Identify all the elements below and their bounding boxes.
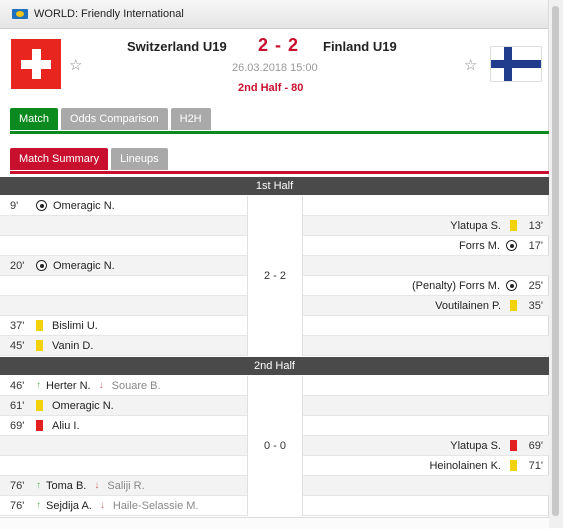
footer-edge — [0, 517, 549, 529]
yellow-card-icon — [510, 220, 517, 231]
player-name[interactable]: Ylatupa S. — [450, 220, 501, 232]
yellow-card-icon — [36, 320, 43, 331]
tab-odds-comparison[interactable]: Odds Comparison — [60, 108, 168, 130]
finland-flag-icon — [490, 46, 542, 82]
red-card-icon — [36, 420, 43, 431]
favorite-away-star-icon[interactable]: ☆ — [464, 56, 477, 74]
player-out-name[interactable]: Saliji R. — [107, 480, 144, 492]
subtab-underline — [10, 171, 549, 174]
switzerland-flag-icon — [11, 39, 61, 89]
player-name[interactable]: Toma B. — [46, 480, 86, 492]
goal-ball-icon — [506, 280, 517, 291]
sub-tabs: Match Summary Lineups — [10, 148, 171, 170]
substitution-out-icon: ↓ — [98, 380, 104, 391]
home-team-name[interactable]: Switzerland U19 — [127, 39, 227, 54]
tab-match-summary[interactable]: Match Summary — [10, 148, 109, 170]
half-score: 2 - 2 — [247, 196, 303, 356]
event-minute: 13' — [528, 219, 543, 232]
tab-lineups[interactable]: Lineups — [111, 148, 168, 170]
away-event: Voutilainen P. 35' — [435, 296, 543, 315]
period-header: 2nd Half — [0, 357, 549, 375]
substitution-in-icon: ↑ — [36, 380, 41, 391]
player-out-name[interactable]: Souare B. — [112, 380, 161, 392]
home-event: 20' Omeragic N. — [0, 256, 115, 275]
substitution-out-icon: ↓ — [94, 480, 100, 491]
home-event: 45' Vanin D. — [0, 336, 93, 355]
home-event: 76' ↑ Sejdija A. ↓ Haile-Selassie M. — [0, 496, 198, 515]
player-name[interactable]: Ylatupa S. — [450, 440, 501, 452]
player-name[interactable]: Sejdija A. — [46, 500, 92, 512]
half-score: 0 - 0 — [247, 376, 303, 516]
away-event: Heinolainen K. 71' — [429, 456, 543, 475]
substitution-in-icon: ↑ — [36, 500, 41, 511]
yellow-card-icon — [36, 400, 43, 411]
goal-ball-icon — [506, 240, 517, 251]
event-minute: 45' — [10, 339, 25, 352]
tab-match[interactable]: Match — [10, 108, 58, 130]
away-event: Forrs M. 17' — [459, 236, 543, 255]
yellow-card-icon — [510, 460, 517, 471]
player-name[interactable]: Herter N. — [46, 380, 91, 392]
event-minute: 69' — [10, 419, 25, 432]
away-event: Ylatupa S. 69' — [450, 436, 543, 455]
event-minute: 17' — [528, 239, 543, 252]
home-event: 9' Omeragic N. — [0, 196, 115, 215]
goal-ball-icon — [36, 200, 47, 211]
home-event: 46' ↑ Herter N. ↓ Souare B. — [0, 376, 161, 395]
home-event: 37' Bislimi U. — [0, 316, 98, 335]
event-minute: 76' — [10, 479, 25, 492]
away-event: (Penalty) Forrs M. 25' — [412, 276, 543, 295]
tab-underline — [10, 131, 549, 134]
player-out-name[interactable]: Haile-Selassie M. — [113, 500, 199, 512]
match-status: 2nd Half - 80 — [238, 82, 304, 94]
player-name[interactable]: Heinolainen K. — [429, 460, 501, 472]
favorite-home-star-icon[interactable]: ☆ — [69, 56, 82, 74]
player-name[interactable]: Omeragic N. — [52, 400, 114, 412]
tab-h2h[interactable]: H2H — [170, 108, 211, 130]
event-minute: 46' — [10, 379, 25, 392]
event-minute: 20' — [10, 259, 25, 272]
event-minute: 71' — [528, 459, 543, 472]
home-event: 69' Aliu I. — [0, 416, 80, 435]
player-name[interactable]: Aliu I. — [52, 420, 80, 432]
goal-ball-icon — [36, 260, 47, 271]
player-name[interactable]: (Penalty) Forrs M. — [412, 280, 500, 292]
player-name[interactable]: Omeragic N. — [53, 260, 115, 272]
substitution-out-icon: ↓ — [99, 500, 105, 511]
player-name[interactable]: Omeragic N. — [53, 200, 115, 212]
scrollbar-thumb[interactable] — [552, 6, 559, 516]
red-card-icon — [510, 440, 517, 451]
event-minute: 9' — [10, 199, 19, 212]
player-name[interactable]: Voutilainen P. — [435, 300, 501, 312]
player-name[interactable]: Vanin D. — [52, 340, 93, 352]
period-header: 1st Half — [0, 177, 549, 195]
away-team-name[interactable]: Finland U19 — [323, 39, 397, 54]
event-minute: 69' — [528, 439, 543, 452]
player-name[interactable]: Bislimi U. — [52, 320, 98, 332]
player-name[interactable]: Forrs M. — [459, 240, 500, 252]
substitution-in-icon: ↑ — [36, 480, 41, 491]
match-datetime: 26.03.2018 15:00 — [232, 62, 318, 74]
event-minute: 76' — [10, 499, 25, 512]
home-event: 76' ↑ Toma B. ↓ Saliji R. — [0, 476, 145, 495]
event-minute: 25' — [528, 279, 543, 292]
world-flag-icon — [12, 9, 28, 19]
yellow-card-icon — [36, 340, 43, 351]
event-minute: 35' — [528, 299, 543, 312]
match-score: 2 - 2 — [258, 35, 300, 55]
yellow-card-icon — [510, 300, 517, 311]
event-minute: 61' — [10, 399, 25, 412]
away-event: Ylatupa S. 13' — [450, 216, 543, 235]
league-title[interactable]: WORLD: Friendly International — [34, 8, 184, 20]
main-tabs: Match Odds Comparison H2H — [10, 108, 214, 130]
home-event: 61' Omeragic N. — [0, 396, 114, 415]
league-header: WORLD: Friendly International — [0, 0, 549, 29]
scrollbar[interactable] — [548, 0, 563, 528]
event-minute: 37' — [10, 319, 25, 332]
